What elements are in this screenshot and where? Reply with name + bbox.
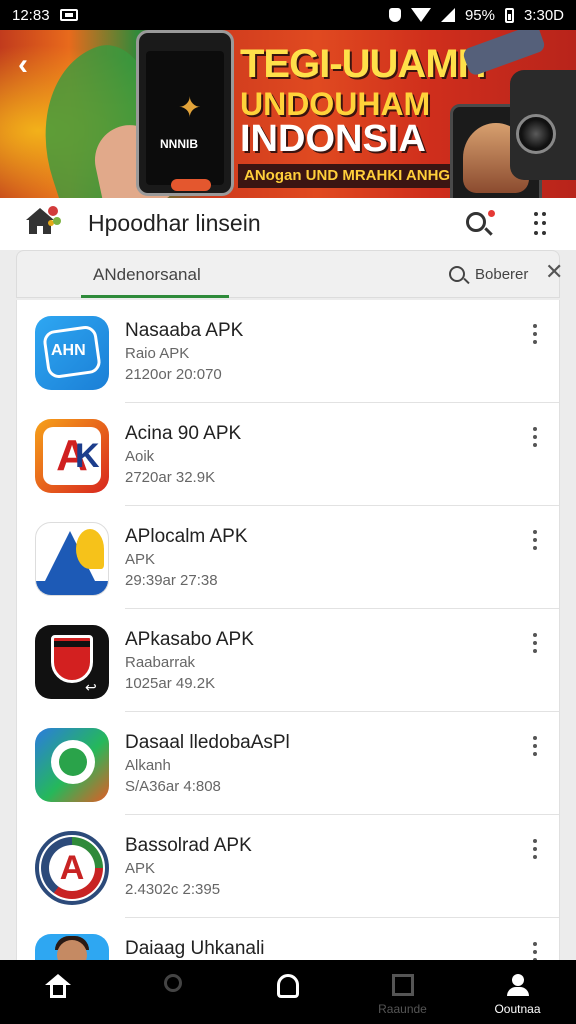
app-tag: Raio APK xyxy=(125,345,190,362)
app-tag: Raabarrak xyxy=(125,654,196,671)
phone-image: ✦ NNNIB xyxy=(136,30,234,196)
camera-image xyxy=(510,70,576,180)
home-icon xyxy=(44,974,71,998)
app-tag: APK xyxy=(125,860,156,877)
item-more-icon[interactable] xyxy=(533,530,537,550)
back-arrow-icon[interactable]: ‹ xyxy=(18,50,52,84)
list-item[interactable]: Daiaag Uhkanali xyxy=(17,918,559,960)
more-options-icon[interactable] xyxy=(534,212,546,236)
list-item[interactable]: ↩ APkasabo APK Raabarrak 1025ar 49.2K xyxy=(17,609,559,712)
app-meta: 29:39ar 27:38 xyxy=(125,572,218,589)
shield-icon xyxy=(388,8,401,22)
nav-label: Raaunde xyxy=(378,1002,427,1016)
green-chat-app-icon xyxy=(35,728,109,802)
app-tag: Aoik xyxy=(125,448,155,465)
bottom-navigation: Raaunde Ooutnaa xyxy=(0,960,576,1024)
round-a-app-icon: A xyxy=(35,831,109,905)
list-item[interactable]: AK Acina 90 APK Aoik 2720ar 32.9K xyxy=(17,403,559,506)
item-more-icon[interactable] xyxy=(533,324,537,344)
item-more-icon[interactable] xyxy=(533,427,537,447)
signal-icon xyxy=(440,8,455,22)
list-item[interactable]: A Bassolrad APK APK 2.4302c 2:395 xyxy=(17,815,559,918)
blue-scribble-app-icon: AHN xyxy=(35,316,109,390)
banner-headline-3: INDONSIA xyxy=(240,118,426,160)
app-name: Dasaal lledobaAsPl xyxy=(125,732,290,753)
red-ak-app-icon: AK xyxy=(35,419,109,493)
app-meta: 2120or 20:070 xyxy=(125,366,222,383)
notification-icon xyxy=(59,9,78,21)
box-icon xyxy=(391,974,414,996)
battery-icon xyxy=(504,7,514,23)
nav-account[interactable]: Ooutnaa xyxy=(460,960,575,1024)
app-name: Daiaag Uhkanali xyxy=(125,938,265,959)
camera-lens xyxy=(516,114,556,154)
filter-label[interactable]: Boberer xyxy=(475,266,528,283)
app-list: AHN Nasaaba APK Raio APK 2120or 20:070 A… xyxy=(16,300,560,960)
app-name: Acina 90 APK xyxy=(125,423,242,444)
app-meta: S/A36ar 4:808 xyxy=(125,778,221,795)
item-more-icon[interactable] xyxy=(533,736,537,756)
page-title: Hpoodhar linsein xyxy=(88,210,261,236)
app-name: Bassolrad APK xyxy=(125,835,252,856)
search-input[interactable]: ANdenorsanal xyxy=(93,265,201,285)
home-logo-icon[interactable] xyxy=(26,206,58,238)
nav-notifications[interactable] xyxy=(230,960,345,1024)
status-time: 12:83 xyxy=(12,6,50,24)
app-meta: 2720ar 32.9K xyxy=(125,469,216,486)
filter-search-icon[interactable] xyxy=(449,266,465,282)
search-focus-underline xyxy=(81,295,229,298)
app-name: APkasabo APK xyxy=(125,629,254,650)
clear-icon[interactable]: ✕ xyxy=(545,261,563,283)
nav-library[interactable]: Raaunde xyxy=(345,960,460,1024)
bell-icon xyxy=(276,974,299,998)
item-more-icon[interactable] xyxy=(533,633,537,653)
status-right-text: 3:30D xyxy=(523,6,564,24)
notification-dot xyxy=(488,210,495,217)
status-bar: 12:83 95% 3:30D xyxy=(0,0,576,30)
app-name: APlocalm APK xyxy=(125,526,248,547)
screen: 12:83 95% 3:30D ‹ ✦ NNNIB TEGI-UUAMH UND… xyxy=(0,0,576,1024)
banner-subtitle: ANogan UND MRAHKI ANHGO xyxy=(238,164,452,188)
item-more-icon[interactable] xyxy=(533,839,537,859)
nav-search[interactable] xyxy=(115,960,230,1024)
phone-screen: ✦ NNNIB xyxy=(146,51,224,191)
red-shield-app-icon: ↩ xyxy=(35,625,109,699)
app-tag: Alkanh xyxy=(125,757,171,774)
search-field[interactable]: ANdenorsanal Boberer ✕ xyxy=(16,250,563,298)
app-meta: 1025ar 49.2K xyxy=(125,675,216,692)
battery-percent: 95% xyxy=(464,6,495,24)
banner-headline-1: TEGI-UUAMH xyxy=(240,42,487,86)
phone-screen-text: NNNIB xyxy=(160,137,198,151)
promo-banner[interactable]: ‹ ✦ NNNIB TEGI-UUAMH UNDOUHAM INDONSIA A… xyxy=(0,30,576,198)
search-icon xyxy=(163,974,182,992)
wifi-icon xyxy=(410,8,431,22)
app-bar: Hpoodhar linsein xyxy=(0,198,576,250)
list-item[interactable]: AHN Nasaaba APK Raio APK 2120or 20:070 xyxy=(17,300,559,403)
phone-screen-button xyxy=(171,179,211,191)
star-logo-icon: ✦ xyxy=(178,92,202,123)
blue-a-app-icon xyxy=(35,522,109,596)
portrait-app-icon xyxy=(35,934,109,960)
app-meta: 2.4302c 2:395 xyxy=(125,881,221,898)
app-name: Nasaaba APK xyxy=(125,320,244,341)
user-icon xyxy=(506,974,529,998)
item-more-icon[interactable] xyxy=(533,942,537,960)
nav-home[interactable] xyxy=(0,960,115,1024)
nav-label: Ooutnaa xyxy=(494,1002,541,1016)
list-item[interactable]: Dasaal lledobaAsPl Alkanh S/A36ar 4:808 xyxy=(17,712,559,815)
search-icon[interactable] xyxy=(466,212,486,232)
app-tag: APK xyxy=(125,551,156,568)
list-item[interactable]: APlocalm APK APK 29:39ar 27:38 xyxy=(17,506,559,609)
